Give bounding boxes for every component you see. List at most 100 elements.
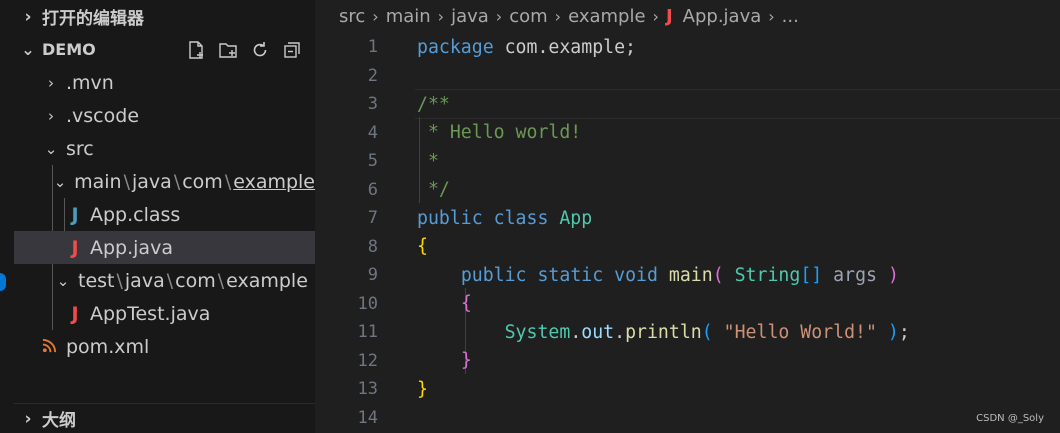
tree-item-pom[interactable]: pom.xml bbox=[14, 330, 315, 363]
code-line[interactable]: 14 bbox=[315, 404, 1060, 433]
breadcrumb-item[interactable]: example bbox=[568, 6, 645, 27]
code-line[interactable]: 2 bbox=[315, 62, 1060, 91]
tree-item-label: .vscode bbox=[66, 104, 140, 127]
collapse-all-icon[interactable] bbox=[279, 37, 305, 63]
path-segment: test bbox=[78, 269, 115, 292]
line-number: 13 bbox=[357, 379, 378, 400]
breadcrumb-ellipsis[interactable]: ... bbox=[782, 6, 799, 27]
code-line[interactable]: 7 public class App bbox=[315, 204, 1060, 233]
new-folder-icon[interactable] bbox=[215, 37, 241, 63]
rss-xml-icon bbox=[38, 336, 60, 358]
tree-item-label: src bbox=[66, 137, 94, 160]
code-text: package com.example; bbox=[417, 36, 637, 58]
line-number: 11 bbox=[357, 322, 378, 343]
line-number: 9 bbox=[367, 265, 378, 286]
chevron-right-icon: › bbox=[768, 7, 775, 26]
code-text: * bbox=[417, 150, 439, 172]
chevron-right-icon: › bbox=[495, 7, 503, 26]
code-line[interactable]: 9 public static void main( String[] args… bbox=[315, 261, 1060, 290]
open-editors-label: 打开的编辑器 bbox=[42, 9, 144, 29]
tree-item-mvn[interactable]: › .mvn bbox=[14, 66, 315, 99]
code-text: { bbox=[460, 293, 472, 315]
line-number: 5 bbox=[367, 151, 378, 172]
tree-item-vscode[interactable]: › .vscode bbox=[14, 99, 315, 132]
tree-item-label: .mvn bbox=[66, 71, 114, 94]
chevron-right-icon: › bbox=[48, 73, 54, 92]
line-number: 2 bbox=[367, 65, 378, 86]
tree-item-app-test[interactable]: J AppTest.java bbox=[14, 297, 315, 330]
java-file-icon: J bbox=[665, 6, 673, 27]
outline-label: 大纲 bbox=[42, 411, 76, 431]
breadcrumb: src › main › java › com › example › J Ap… bbox=[315, 0, 1060, 33]
line-number: 10 bbox=[357, 293, 378, 314]
path-segment: main bbox=[74, 170, 122, 193]
path-separator: \ bbox=[123, 170, 130, 193]
code-line[interactable]: 5 * bbox=[315, 147, 1060, 176]
path-segment: com bbox=[182, 170, 223, 193]
code-text: /** bbox=[417, 93, 450, 115]
path-separator: \ bbox=[224, 170, 232, 193]
tree-item-label: AppTest.java bbox=[90, 302, 211, 325]
chevron-right-icon: › bbox=[652, 7, 659, 26]
java-file-icon: J bbox=[71, 302, 79, 325]
tree-item-app-class[interactable]: J App.class bbox=[14, 198, 315, 231]
line-number: 12 bbox=[357, 350, 378, 371]
code-editor: src › main › java › com › example › J Ap… bbox=[315, 0, 1060, 433]
code-line[interactable]: 10 { bbox=[315, 290, 1060, 319]
chevron-down-icon: ⌄ bbox=[21, 40, 35, 59]
java-file-icon: J bbox=[71, 236, 79, 259]
tree-item-src[interactable]: ⌄ src bbox=[14, 132, 315, 165]
breadcrumb-item[interactable]: com bbox=[509, 6, 547, 27]
code-line[interactable]: 11 System.out.println( "Hello World!" ); bbox=[315, 318, 1060, 347]
open-editors-header[interactable]: › 打开的编辑器 bbox=[14, 0, 315, 33]
tree-item-main-package[interactable]: ⌄ main \ java \ com \ example bbox=[14, 165, 315, 198]
breadcrumb-item[interactable]: src bbox=[339, 6, 365, 27]
new-file-icon[interactable] bbox=[183, 37, 209, 63]
code-line[interactable]: 8 { bbox=[315, 233, 1060, 262]
path-separator: \ bbox=[116, 269, 123, 292]
outline-header[interactable]: › 大纲 bbox=[14, 404, 315, 433]
workspace-root-header[interactable]: ⌄ DEMO bbox=[14, 33, 315, 66]
line-number: 4 bbox=[367, 122, 378, 143]
code-line[interactable]: 1 package com.example; bbox=[315, 33, 1060, 62]
code-text: * Hello world! bbox=[417, 122, 582, 144]
path-segment: java bbox=[132, 170, 172, 193]
chevron-right-icon: › bbox=[372, 7, 379, 26]
java-class-file-icon: J bbox=[71, 203, 79, 226]
code-line[interactable]: 3 /** bbox=[315, 90, 1060, 119]
chevron-right-icon: › bbox=[24, 6, 32, 27]
breadcrumb-item[interactable]: main bbox=[386, 6, 431, 27]
code-text: public static void main( String[] args ) bbox=[460, 264, 899, 286]
chevron-down-icon: ⌄ bbox=[44, 139, 58, 158]
code-line[interactable]: 13 } bbox=[315, 375, 1060, 404]
line-number: 6 bbox=[367, 179, 378, 200]
line-number: 3 bbox=[367, 94, 378, 115]
chevron-right-icon: › bbox=[437, 7, 445, 26]
path-separator: \ bbox=[173, 170, 181, 193]
line-number: 1 bbox=[367, 37, 378, 58]
line-number: 7 bbox=[367, 208, 378, 229]
breadcrumb-file[interactable]: App.java bbox=[683, 6, 762, 27]
code-text: public class App bbox=[417, 207, 593, 229]
chevron-right-icon: › bbox=[554, 7, 562, 26]
workspace-root-label: DEMO bbox=[42, 40, 96, 59]
chevron-down-icon: ⌄ bbox=[53, 172, 67, 191]
path-segment: example bbox=[226, 269, 308, 292]
path-segment: com bbox=[175, 269, 216, 292]
code-line[interactable]: 6 */ bbox=[315, 176, 1060, 205]
code-text: } bbox=[417, 378, 428, 400]
breadcrumb-item[interactable]: java bbox=[451, 6, 489, 27]
chevron-right-icon: › bbox=[48, 106, 54, 125]
path-separator: \ bbox=[166, 269, 174, 292]
code-text: } bbox=[460, 350, 472, 372]
activity-bar-edge bbox=[0, 0, 14, 433]
chevron-right-icon: › bbox=[24, 408, 32, 429]
activity-indicator bbox=[0, 273, 6, 291]
tree-item-app-java[interactable]: J App.java bbox=[14, 231, 315, 264]
tree-item-test-package[interactable]: ⌄ test \ java \ com \ example bbox=[14, 264, 315, 297]
code-line[interactable]: 4 * Hello world! bbox=[315, 119, 1060, 148]
watermark: CSDN @_Soly bbox=[976, 413, 1044, 424]
refresh-icon[interactable] bbox=[247, 37, 273, 63]
path-separator: \ bbox=[217, 269, 225, 292]
code-line[interactable]: 12 } bbox=[315, 347, 1060, 376]
